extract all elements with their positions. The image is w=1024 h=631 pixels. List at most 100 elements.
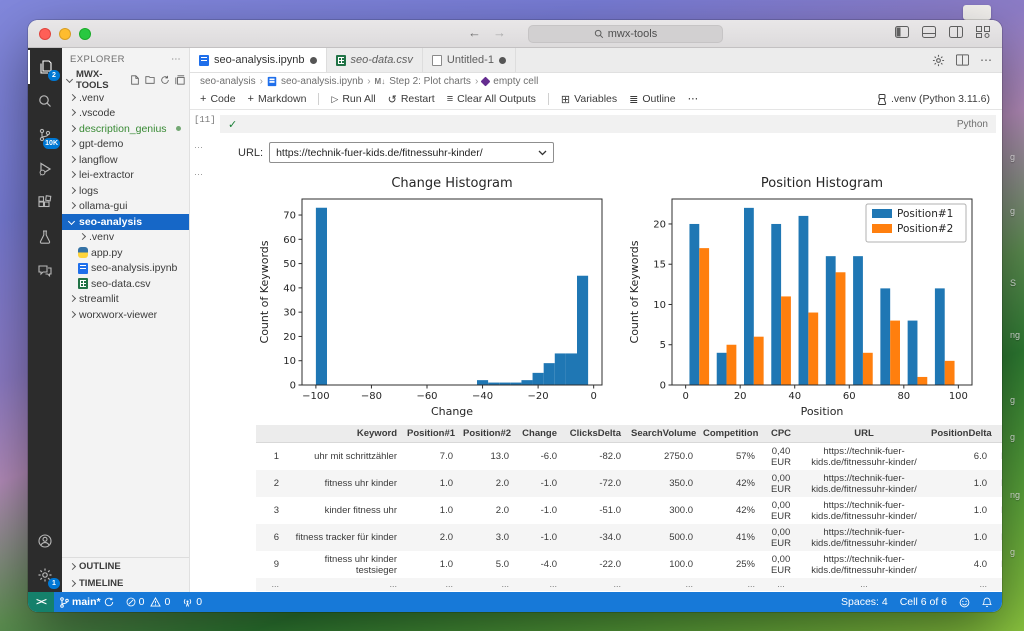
split-editor-icon[interactable]: [956, 54, 969, 66]
table-cell: 2.0: [458, 497, 514, 524]
tree-item-app-py[interactable]: app.py: [62, 245, 189, 261]
tree-item-seo-analysis[interactable]: seo-analysis: [62, 214, 189, 230]
output-gutter-dots[interactable]: ⋯: [190, 169, 220, 591]
tree-item-gpt-demo[interactable]: gpt-demo: [62, 137, 189, 153]
explorer-more-actions-icon[interactable]: ⋯: [171, 54, 181, 65]
tree-item-lei-extractor[interactable]: lei-extractor: [62, 168, 189, 184]
tree-item-worxworx-viewer[interactable]: worxworx-viewer: [62, 307, 189, 323]
refresh-icon[interactable]: [160, 75, 170, 85]
activity-search-icon[interactable]: [28, 84, 62, 118]
table-cell: ...: [402, 578, 458, 591]
badge: 10K: [43, 138, 60, 149]
new-folder-icon[interactable]: [145, 75, 155, 85]
toggle-primary-sidebar-icon[interactable]: [895, 26, 909, 38]
symbol-cell-icon: [481, 76, 491, 86]
history-back-button[interactable]: ←: [468, 25, 481, 40]
editor-more-actions-icon[interactable]: ⋯: [980, 53, 992, 67]
table-cell: Lower: [992, 443, 1002, 471]
tab-seo-analysis-ipynb[interactable]: seo-analysis.ipynb: [190, 48, 327, 72]
chevron-right-icon: [68, 187, 76, 195]
restart-kernel-button[interactable]: ↺Restart: [388, 93, 435, 106]
table-row: 9fitness uhr kinder testsieger1.05.0-4.0…: [256, 551, 1002, 578]
table-cell: ...: [562, 578, 626, 591]
tree-item-langflow[interactable]: langflow: [62, 152, 189, 168]
notebook-settings-gear-icon[interactable]: [932, 54, 945, 67]
url-dropdown[interactable]: https://technik-fuer-kids.de/fitnessuhr-…: [269, 142, 554, 163]
customize-layout-icon[interactable]: [976, 26, 990, 38]
csv-file-icon: [336, 55, 346, 66]
collapse-folders-icon[interactable]: [175, 75, 185, 85]
tree-item--venv[interactable]: .venv: [62, 90, 189, 106]
add-markdown-cell-button[interactable]: +Markdown: [248, 93, 307, 105]
url-widget: URL: https://technik-fuer-kids.de/fitnes…: [238, 142, 554, 163]
toggle-panel-icon[interactable]: [922, 26, 936, 38]
clear-all-outputs-button[interactable]: ≡Clear All Outputs: [447, 93, 536, 105]
outline-button[interactable]: ≣Outline: [629, 93, 676, 106]
spaces-indicator[interactable]: Spaces: 4: [835, 592, 894, 612]
sidebar-section-timeline[interactable]: TIMELINE: [62, 575, 189, 592]
breadcrumb-item[interactable]: seo-analysis: [200, 76, 256, 87]
close-window-button[interactable]: [39, 28, 51, 40]
ports-status[interactable]: 0: [176, 592, 208, 612]
variables-button[interactable]: ⊞Variables: [561, 93, 617, 106]
new-file-icon[interactable]: [130, 75, 140, 85]
breadcrumb-item[interactable]: empty cell: [493, 76, 538, 87]
output-gutter-dots[interactable]: ⋯: [190, 142, 220, 163]
sidebar-section-outline[interactable]: OUTLINE: [62, 558, 189, 575]
activity-run-debug-icon[interactable]: [28, 152, 62, 186]
broadcast-icon: [182, 597, 193, 607]
table-cell: Lower: [992, 524, 1002, 551]
toolbar-more-actions-icon[interactable]: ⋯: [688, 93, 699, 105]
minimize-window-button[interactable]: [59, 28, 71, 40]
traffic-lights: [39, 28, 91, 40]
modified-dot-icon[interactable]: [499, 57, 506, 64]
table-cell: -6.0: [514, 443, 562, 471]
tree-item-logs[interactable]: logs: [62, 183, 189, 199]
activity-settings-icon[interactable]: 1: [28, 558, 62, 592]
svg-text:20: 20: [734, 391, 747, 402]
activity-chat-icon[interactable]: [28, 254, 62, 288]
toggle-secondary-sidebar-icon[interactable]: [949, 26, 963, 38]
git-branch-status[interactable]: main*: [54, 592, 120, 612]
tree-item--venv[interactable]: .venv: [62, 230, 189, 246]
feedback-smiley-icon[interactable]: [953, 592, 976, 612]
table-cell: 6: [256, 524, 284, 551]
cell-status-bar[interactable]: ✓ Python: [220, 115, 996, 133]
activity-extensions-icon[interactable]: [28, 186, 62, 220]
activity-testing-icon[interactable]: [28, 220, 62, 254]
modified-dot-icon[interactable]: [310, 57, 317, 64]
tree-item-streamlit[interactable]: streamlit: [62, 292, 189, 308]
warnings-icon: [150, 597, 161, 607]
tree-item-seo-analysis-ipynb[interactable]: seo-analysis.ipynb: [62, 261, 189, 277]
cell-indicator[interactable]: Cell 6 of 6: [894, 592, 953, 612]
activity-source-control-icon[interactable]: 10K: [28, 118, 62, 152]
table-cell: 1.0: [402, 497, 458, 524]
history-forward-button[interactable]: →: [493, 25, 506, 40]
run-all-button[interactable]: ▷Run All: [331, 93, 375, 105]
table-cell: ...: [926, 578, 992, 591]
activity-explorer-icon[interactable]: 2: [28, 50, 62, 84]
add-code-cell-button[interactable]: +Code: [200, 93, 236, 105]
kernel-picker[interactable]: .venv (Python 3.11.6): [877, 93, 990, 105]
activity-account-icon[interactable]: [28, 524, 62, 558]
breadcrumb-item[interactable]: Step 2: Plot charts: [389, 76, 471, 87]
tree-item--vscode[interactable]: .vscode: [62, 106, 189, 122]
zoom-window-button[interactable]: [79, 28, 91, 40]
command-center-search[interactable]: mwx-tools: [528, 25, 723, 43]
svg-text:10: 10: [653, 300, 666, 311]
tree-item-description-genius[interactable]: description_genius: [62, 121, 189, 137]
table-cell: -51.0: [562, 497, 626, 524]
workspace-section-header[interactable]: MWX-TOOLS: [62, 70, 189, 90]
tab-untitled-1[interactable]: Untitled-1: [423, 48, 516, 72]
remote-indicator[interactable]: ><: [28, 592, 54, 612]
tree-item-ollama-gui[interactable]: ollama-gui: [62, 199, 189, 215]
breadcrumb-item[interactable]: seo-analysis.ipynb: [281, 76, 363, 87]
cell-language-label[interactable]: Python: [957, 119, 988, 130]
notifications-bell-icon[interactable]: [976, 592, 1002, 612]
problems-status[interactable]: 0 0: [120, 592, 177, 612]
tree-item-label: seo-analysis.ipynb: [91, 262, 177, 274]
search-icon: [594, 29, 604, 39]
tree-item-seo-data-csv[interactable]: seo-data.csv: [62, 276, 189, 292]
svg-text:20: 20: [283, 332, 296, 343]
tab-seo-data-csv[interactable]: seo-data.csv: [327, 48, 423, 72]
